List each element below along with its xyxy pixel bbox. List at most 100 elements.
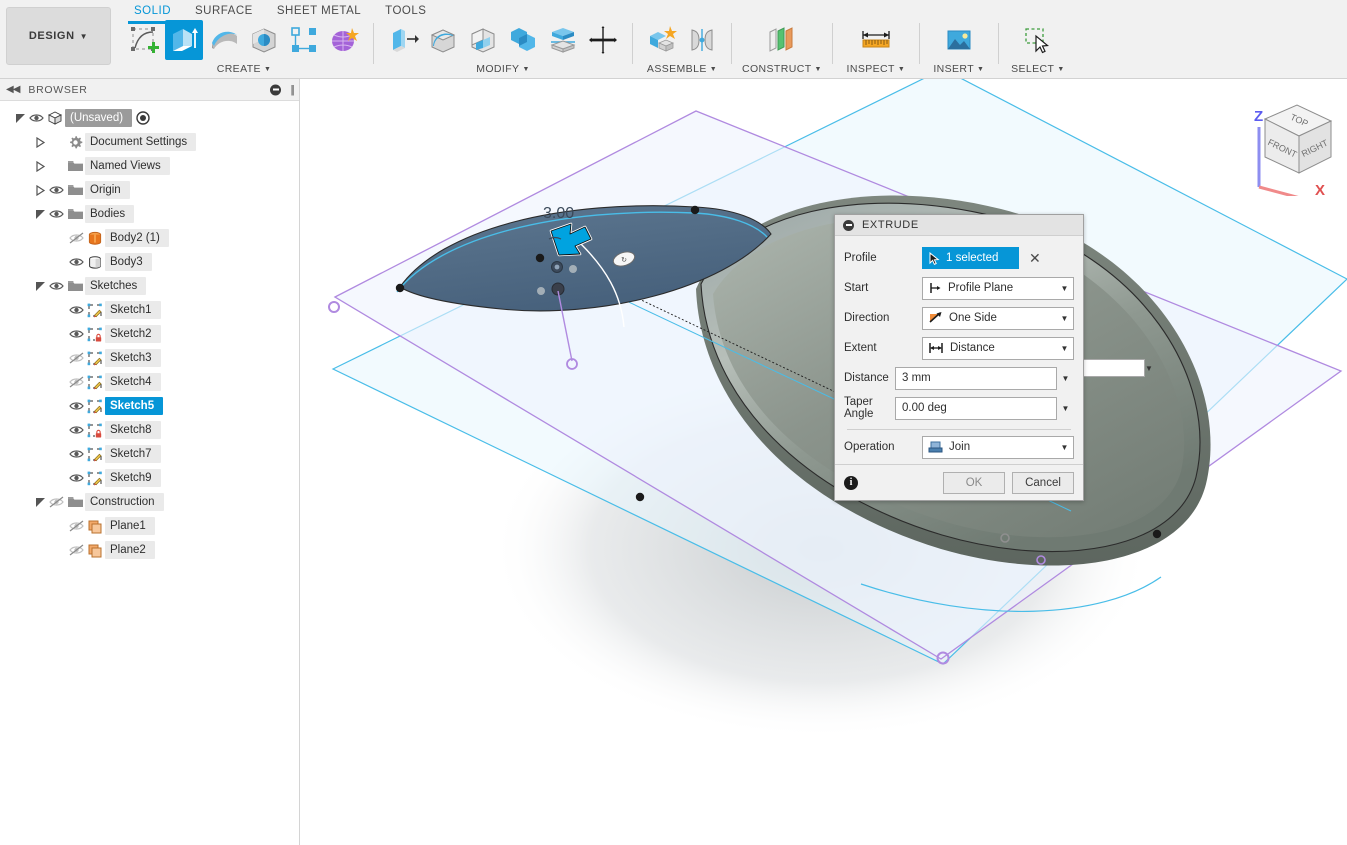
browser-tree-item-sketch2[interactable]: Sketch2 [0, 322, 299, 346]
minimize-icon[interactable] [843, 219, 854, 231]
plane-handle-left[interactable] [328, 301, 340, 313]
sketch-point[interactable] [690, 205, 700, 215]
chevron-down-icon[interactable]: ▼ [1145, 364, 1153, 373]
browser-tree-item-plane1[interactable]: Plane1 [0, 514, 299, 538]
3d-viewport[interactable]: ↻ 3.00 ▼ [301, 79, 1347, 845]
visibility-toggle[interactable] [67, 423, 85, 437]
visibility-toggle[interactable] [27, 111, 45, 125]
browser-tree-item-origin[interactable]: Origin [0, 178, 299, 202]
operation-dropdown[interactable]: Join ▼ [922, 435, 1074, 459]
tab-solid[interactable]: SOLID [122, 2, 183, 24]
browser-tree-item-sketches[interactable]: Sketches [0, 274, 299, 298]
visibility-toggle[interactable] [67, 303, 85, 317]
clear-selection-icon[interactable]: ✕ [1029, 251, 1041, 265]
joint-icon[interactable] [683, 20, 721, 60]
visibility-toggle[interactable] [67, 543, 85, 557]
chevron-down-icon[interactable]: ▼ [1056, 338, 1073, 359]
browser-tree-item-named-views[interactable]: Named Views [0, 154, 299, 178]
visibility-toggle[interactable] [47, 279, 65, 293]
visibility-toggle[interactable] [47, 495, 65, 509]
visibility-toggle[interactable] [67, 471, 85, 485]
visibility-toggle[interactable] [67, 255, 85, 269]
extrude-dialog[interactable]: EXTRUDE Profile 1 selected ✕ Start Profi… [834, 214, 1084, 501]
collapse-left-icon[interactable]: ◀◀ [6, 84, 20, 95]
start-dropdown[interactable]: Profile Plane ▼ [922, 276, 1074, 300]
expand-toggle[interactable] [34, 281, 47, 292]
cancel-button[interactable]: Cancel [1012, 471, 1074, 494]
revolve-icon[interactable] [205, 20, 243, 60]
browser-tree-item-unsaved[interactable]: (Unsaved) [0, 106, 299, 130]
ribbon-group-label-modify[interactable]: MODIFY ▼ [476, 63, 530, 75]
manipulator-node-tertiary[interactable] [537, 287, 545, 295]
browser-tree-item-sketch3[interactable]: Sketch3 [0, 346, 299, 370]
browser-tree-item-sketch7[interactable]: Sketch7 [0, 442, 299, 466]
shell-icon[interactable] [464, 20, 502, 60]
ribbon-group-label-select[interactable]: SELECT ▼ [1011, 63, 1065, 75]
new-component-icon[interactable] [643, 20, 681, 60]
visibility-toggle[interactable] [67, 351, 85, 365]
sweep-icon[interactable] [245, 20, 283, 60]
sketch-point[interactable] [635, 492, 645, 502]
browser-tree-item-sketch9[interactable]: Sketch9 [0, 466, 299, 490]
distance-field[interactable] [895, 366, 1057, 390]
ribbon-group-label-construct[interactable]: CONSTRUCT ▼ [742, 63, 822, 75]
extrude-icon[interactable] [165, 20, 203, 60]
expand-toggle[interactable] [34, 136, 47, 148]
chevron-down-icon[interactable]: ▼ [1057, 404, 1074, 413]
press-pull-icon[interactable] [384, 20, 422, 60]
tab-surface[interactable]: SURFACE [183, 2, 265, 22]
browser-tree-item-body2-1[interactable]: Body2 (1) [0, 226, 299, 250]
info-icon[interactable]: i [844, 475, 858, 490]
visibility-toggle[interactable] [67, 399, 85, 413]
sketch-point[interactable] [395, 283, 405, 293]
taper-angle-field[interactable] [895, 396, 1057, 420]
split-face-icon[interactable] [544, 20, 582, 60]
expand-toggle[interactable] [34, 184, 47, 196]
select-window-icon[interactable] [1019, 20, 1057, 60]
manipulator-node-secondary[interactable] [569, 265, 577, 273]
move-copy-icon[interactable] [584, 20, 622, 60]
combine-icon[interactable] [504, 20, 542, 60]
browser-tree-item-body3[interactable]: Body3 [0, 250, 299, 274]
chevron-down-icon[interactable]: ▼ [1056, 437, 1073, 458]
view-cube[interactable]: Z X TOP FRONT RIGHT [1237, 91, 1342, 196]
dialog-titlebar[interactable]: EXTRUDE [835, 215, 1083, 236]
sketch-point[interactable] [1152, 529, 1162, 539]
measure-icon[interactable] [857, 20, 895, 60]
workspace-switcher[interactable]: DESIGN ▼ [6, 7, 111, 65]
pattern-icon[interactable] [285, 20, 323, 60]
expand-toggle[interactable] [14, 113, 27, 124]
sketch-point[interactable] [535, 253, 545, 263]
expand-toggle[interactable] [34, 160, 47, 172]
ribbon-group-label-insert[interactable]: INSERT ▼ [933, 63, 984, 75]
expand-toggle[interactable] [34, 209, 47, 220]
grip-icon[interactable]: ||| [290, 84, 294, 96]
extent-dropdown[interactable]: Distance ▼ [922, 336, 1074, 360]
direction-dropdown[interactable]: One Side ▼ [922, 306, 1074, 330]
chevron-down-icon[interactable]: ▼ [1056, 308, 1073, 329]
visibility-toggle[interactable] [47, 207, 65, 221]
browser-tree-item-sketch5[interactable]: Sketch5 [0, 394, 299, 418]
activate-component-radio[interactable] [136, 111, 150, 125]
browser-tree-item-sketch1[interactable]: Sketch1 [0, 298, 299, 322]
visibility-toggle[interactable] [67, 447, 85, 461]
browser-tree-item-bodies[interactable]: Bodies [0, 202, 299, 226]
browser-tree-item-sketch4[interactable]: Sketch4 [0, 370, 299, 394]
minimize-icon[interactable] [270, 84, 281, 95]
expand-toggle[interactable] [34, 497, 47, 508]
ribbon-group-label-assemble[interactable]: ASSEMBLE ▼ [647, 63, 717, 75]
offset-plane-icon[interactable] [763, 20, 801, 60]
visibility-toggle[interactable] [67, 231, 85, 245]
browser-tree-item-plane2[interactable]: Plane2 [0, 538, 299, 562]
visibility-toggle[interactable] [67, 519, 85, 533]
browser-tree-item-sketch8[interactable]: Sketch8 [0, 418, 299, 442]
visibility-toggle[interactable] [67, 375, 85, 389]
ribbon-group-label-inspect[interactable]: INSPECT ▼ [847, 63, 906, 75]
create-sketch-icon[interactable] [125, 20, 163, 60]
insert-image-icon[interactable] [940, 20, 978, 60]
chevron-down-icon[interactable]: ▼ [1057, 374, 1074, 383]
ok-button[interactable]: OK [943, 471, 1005, 494]
form-icon[interactable] [325, 20, 363, 60]
browser-tree-item-construction[interactable]: Construction [0, 490, 299, 514]
tab-tools[interactable]: TOOLS [373, 2, 438, 22]
